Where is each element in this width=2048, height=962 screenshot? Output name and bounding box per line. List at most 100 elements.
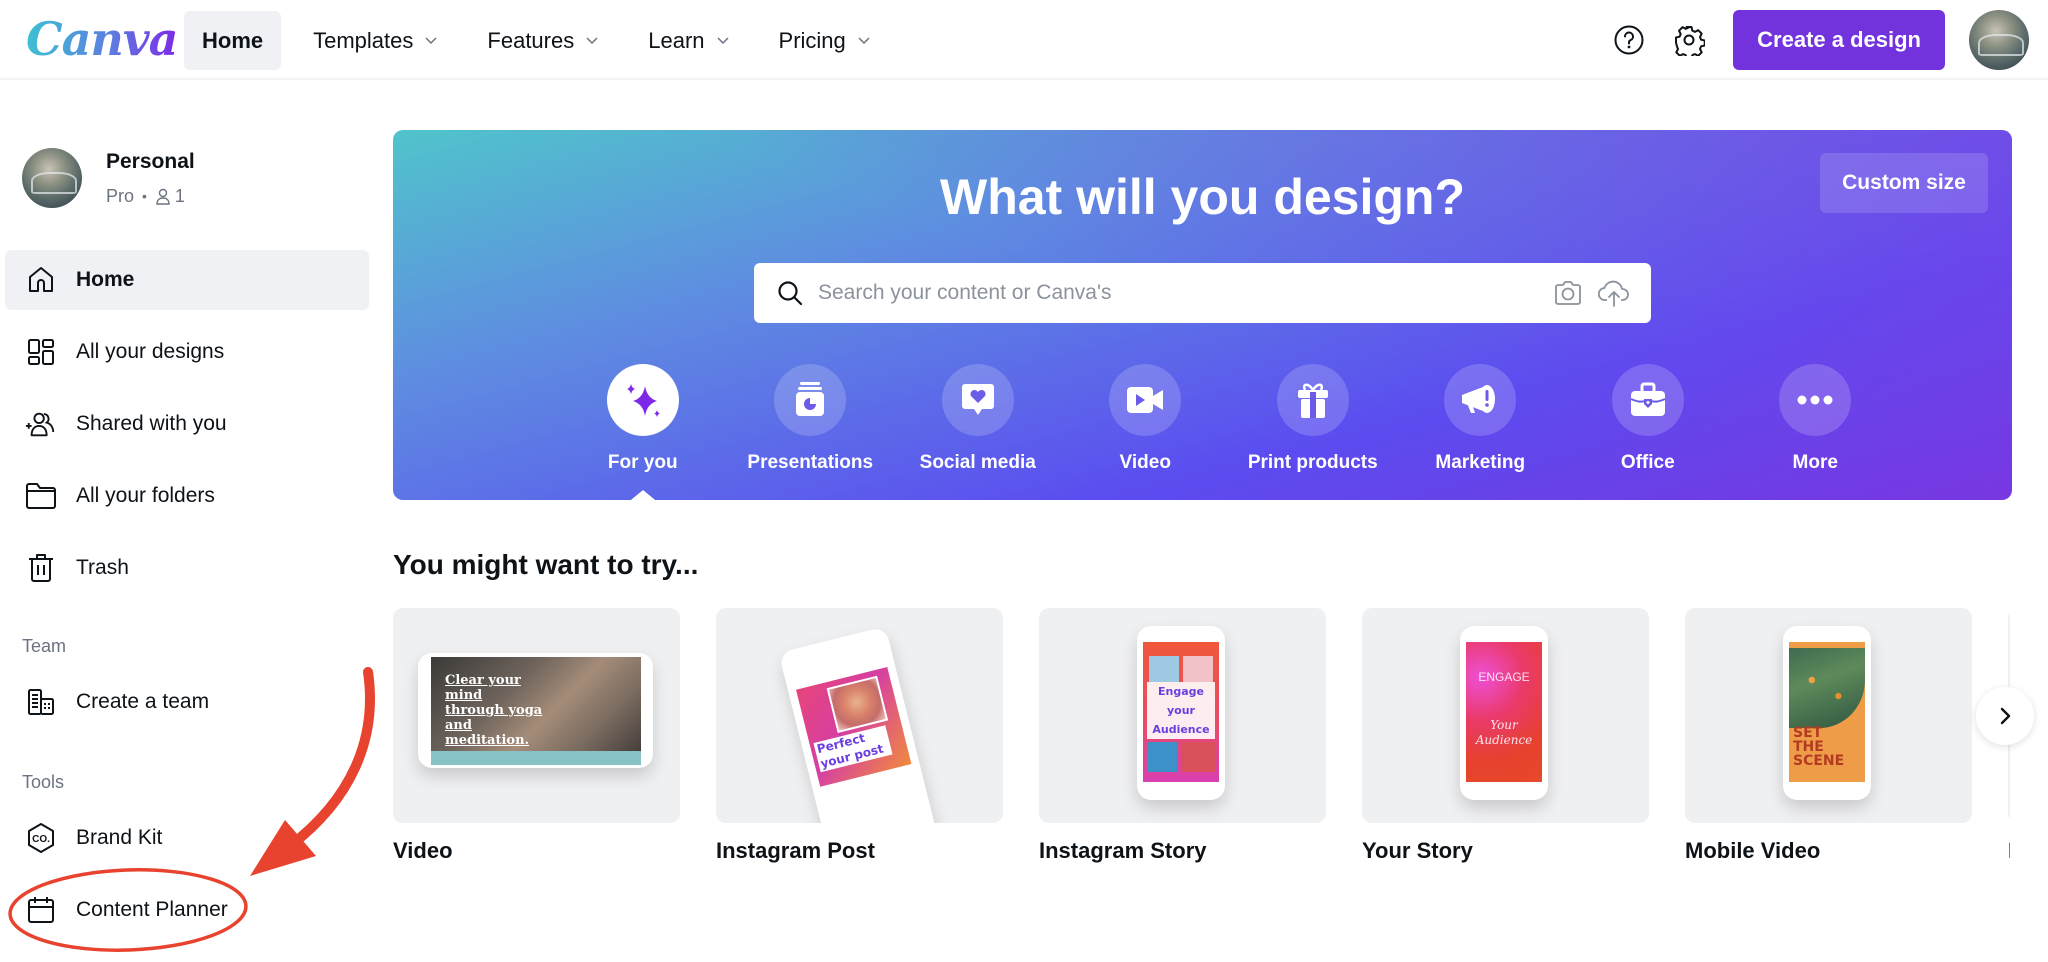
nav-learn-label: Learn xyxy=(648,27,705,53)
tools-section-label: Tools xyxy=(22,772,65,792)
template-card-video[interactable]: Clear your mind through yoga and meditat… xyxy=(393,608,680,864)
card-thumbnail: ENGAGE Your Audience xyxy=(1362,608,1649,823)
svg-text:CO.: CO. xyxy=(32,834,50,845)
grid-icon xyxy=(25,336,57,368)
template-card-mobile-video[interactable]: SET THE SCENE Mobile Video xyxy=(1685,608,1972,864)
nav-pricing-label: Pricing xyxy=(778,27,846,53)
sidebar: Personal Pro • 1 Home All your designs S… xyxy=(0,80,380,962)
card-preview-text-bottom: Your Audience xyxy=(1475,718,1533,747)
settings-button[interactable] xyxy=(1669,20,1709,60)
person-icon xyxy=(156,188,170,205)
card-label: Video xyxy=(393,838,453,863)
calendar-icon xyxy=(25,894,57,926)
category-video[interactable]: Video xyxy=(1062,364,1230,474)
sidebar-item-folders[interactable]: All your folders xyxy=(5,466,369,526)
hero-banner: What will you design? Custom size For yo… xyxy=(393,130,2012,500)
shared-users-icon xyxy=(25,408,57,440)
top-navigation: Canva Home Templates Features Learn Pric… xyxy=(0,0,2048,80)
nav-home[interactable]: Home xyxy=(184,11,282,70)
search-bar xyxy=(754,263,1651,323)
category-more[interactable]: More xyxy=(1732,364,1900,474)
card-label: Instagram Story xyxy=(1039,838,1207,863)
category-label: Office xyxy=(1620,452,1675,473)
canva-logo[interactable]: Canva xyxy=(26,12,178,66)
category-label: Presentations xyxy=(747,452,874,473)
chevron-right-icon xyxy=(2000,707,2011,725)
search-input[interactable] xyxy=(806,263,1539,323)
nav-home-label: Home xyxy=(202,27,264,53)
design-categories: For you Presentations Social media Video… xyxy=(559,364,1900,500)
gear-icon xyxy=(1675,26,1706,56)
megaphone-icon xyxy=(1462,385,1496,413)
building-icon xyxy=(25,686,57,718)
category-marketing[interactable]: Marketing xyxy=(1397,364,1565,474)
nav-links: Home Templates Features Learn Pricing xyxy=(184,11,902,70)
nav-templates[interactable]: Templates xyxy=(295,11,455,70)
sidebar-item-trash[interactable]: Trash xyxy=(5,538,369,598)
briefcase-icon xyxy=(1630,382,1666,416)
category-print-products[interactable]: Print products xyxy=(1229,364,1397,474)
question-circle-icon xyxy=(1614,25,1644,55)
account-switcher[interactable]: Personal Pro • 1 xyxy=(22,148,195,208)
sidebar-item-home[interactable]: Home xyxy=(5,250,369,310)
sidebar-item-label: All your designs xyxy=(76,340,225,363)
help-button[interactable] xyxy=(1609,20,1649,60)
account-member-count: 1 xyxy=(174,185,185,206)
sidebar-item-all-designs[interactable]: All your designs xyxy=(5,322,369,382)
nav-pricing[interactable]: Pricing xyxy=(761,11,888,70)
presentation-icon xyxy=(796,382,825,416)
chevron-down-icon xyxy=(716,36,729,44)
category-office[interactable]: Office xyxy=(1564,364,1732,474)
card-label: Mobile Video xyxy=(1685,838,1821,863)
chevron-down-icon xyxy=(425,36,437,44)
template-card-instagram-story[interactable]: Engage your Audience Instagram Story xyxy=(1039,608,1326,864)
sparkle-icon xyxy=(626,384,660,417)
hero-title: What will you design? xyxy=(940,169,1465,225)
sidebar-item-label: Home xyxy=(76,268,135,291)
folder-icon xyxy=(25,480,57,512)
nav-features[interactable]: Features xyxy=(469,11,616,70)
category-label: Marketing xyxy=(1435,452,1526,473)
template-card-instagram-post[interactable]: Perfect your post Instagram Post xyxy=(716,608,1003,864)
create-design-button[interactable]: Create a design xyxy=(1733,10,1945,70)
custom-size-button[interactable]: Custom size xyxy=(1820,153,1988,213)
account-avatar xyxy=(22,148,82,208)
carousel-next-button[interactable] xyxy=(1976,687,2034,745)
card-thumbnail: Clear your mind through yoga and meditat… xyxy=(393,608,680,823)
nav-templates-label: Templates xyxy=(313,27,414,53)
nav-learn[interactable]: Learn xyxy=(630,11,746,70)
sidebar-item-shared[interactable]: Shared with you xyxy=(5,394,369,454)
user-avatar[interactable] xyxy=(1969,10,2029,70)
sidebar-item-label: Shared with you xyxy=(76,412,227,435)
sidebar-item-create-team[interactable]: Create a team xyxy=(5,672,369,732)
search-icon xyxy=(774,277,806,309)
chevron-down-icon xyxy=(586,36,598,44)
suggestions-carousel: Clear your mind through yoga and meditat… xyxy=(393,608,2010,878)
sidebar-item-label: Trash xyxy=(76,556,129,579)
sidebar-item-content-planner[interactable]: Content Planner xyxy=(5,880,369,940)
home-icon xyxy=(25,264,57,296)
camera-search-icon[interactable] xyxy=(1551,276,1585,310)
category-label: Print products xyxy=(1247,452,1378,473)
account-plan: Pro xyxy=(106,185,135,206)
card-label: P xyxy=(2008,838,2010,864)
card-preview-text: SET THE SCENE xyxy=(1793,725,1845,769)
category-presentations[interactable]: Presentations xyxy=(727,364,895,474)
card-thumbnail: SET THE SCENE xyxy=(1685,608,1972,823)
sidebar-item-label: All your folders xyxy=(76,484,215,507)
account-name: Personal xyxy=(106,149,195,173)
sidebar-item-brand-kit[interactable]: CO. Brand Kit xyxy=(5,808,369,868)
card-label: Your Story xyxy=(1362,838,1473,863)
team-section-label: Team xyxy=(22,636,67,656)
nav-features-label: Features xyxy=(487,27,575,53)
category-for-you[interactable]: For you xyxy=(559,364,727,500)
card-preview-text: Engage your Audience xyxy=(1147,682,1215,739)
heart-bubble-icon xyxy=(961,384,994,415)
category-social-media[interactable]: Social media xyxy=(894,364,1062,474)
card-thumbnail: Perfect your post xyxy=(716,608,1003,823)
template-card-your-story[interactable]: ENGAGE Your Audience Your Story xyxy=(1362,608,1649,864)
nav-actions: Create a design xyxy=(1609,10,2048,70)
upload-cloud-icon[interactable] xyxy=(1597,276,1631,310)
card-label: Instagram Post xyxy=(716,838,875,863)
suggestions-title: You might want to try... xyxy=(393,549,699,580)
